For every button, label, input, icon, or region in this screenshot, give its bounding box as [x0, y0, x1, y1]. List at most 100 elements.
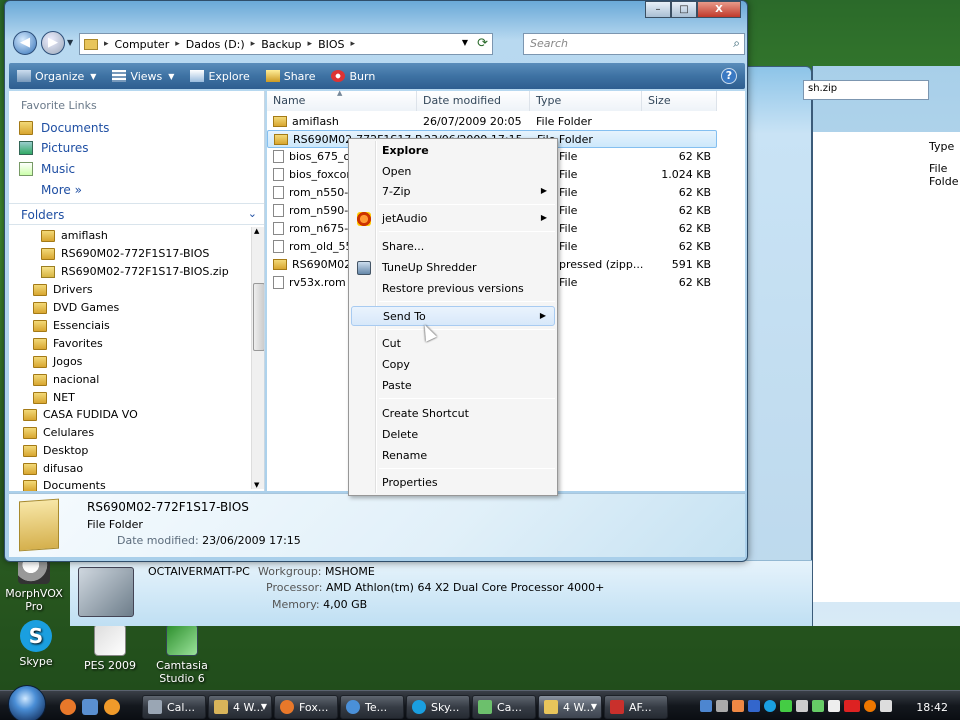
- bluetooth-icon[interactable]: [748, 700, 760, 712]
- taskbar-button[interactable]: Fox...: [274, 695, 338, 719]
- tree-item[interactable]: Drivers: [33, 283, 93, 296]
- chevron-right-icon[interactable]: ▸: [249, 39, 258, 49]
- breadcrumb-bios[interactable]: BIOS: [318, 38, 344, 51]
- menu-item-copy[interactable]: Copy: [351, 355, 555, 375]
- menu-item-tuneup-shredder[interactable]: TuneUp Shredder: [351, 258, 555, 278]
- tree-item[interactable]: NET: [33, 391, 75, 404]
- menu-item-restore-versions[interactable]: Restore previous versions: [351, 279, 555, 299]
- tree-item[interactable]: Desktop: [23, 444, 88, 457]
- minimize-button[interactable]: –: [645, 1, 671, 18]
- menu-item-properties[interactable]: Properties: [351, 473, 555, 493]
- folders-header[interactable]: Folders ⌄: [9, 203, 264, 225]
- clock[interactable]: 18:42: [916, 701, 948, 714]
- favorite-link-pictures[interactable]: Pictures: [19, 141, 89, 155]
- firefox-icon[interactable]: [60, 699, 76, 715]
- recent-pages-dropdown-icon[interactable]: ▼: [67, 38, 73, 47]
- refresh-icon[interactable]: ⟳: [477, 36, 488, 51]
- tray-icon[interactable]: [732, 700, 744, 712]
- tray-icon[interactable]: [828, 700, 840, 712]
- more-link[interactable]: More »: [41, 183, 82, 197]
- menu-item-cut[interactable]: Cut: [351, 334, 555, 354]
- maximize-button[interactable]: □: [671, 1, 697, 18]
- taskbar-button[interactable]: AF...: [604, 695, 668, 719]
- column-header-type[interactable]: Type: [530, 91, 642, 111]
- network-icon[interactable]: [700, 700, 712, 712]
- scroll-down-icon[interactable]: ▼: [254, 481, 259, 489]
- address-bar[interactable]: ▸ Computer ▸ Dados (D:) ▸ Backup ▸ BIOS …: [79, 33, 493, 55]
- forward-button[interactable]: ▶: [41, 31, 65, 55]
- file-row[interactable]: amiflash 26/07/2009 20:05 File Folder: [267, 113, 717, 131]
- burn-button[interactable]: Burn: [323, 63, 383, 89]
- breadcrumb-drive[interactable]: Dados (D:): [186, 38, 245, 51]
- desktop-icon-camtasia[interactable]: Camtasia Studio 6: [142, 624, 222, 685]
- tree-item[interactable]: DVD Games: [33, 301, 119, 314]
- desktop-icon-pes[interactable]: PES 2009: [70, 624, 150, 672]
- address-dropdown-icon[interactable]: ▼: [462, 38, 468, 47]
- taskbar-button[interactable]: Te...: [340, 695, 404, 719]
- tree-item[interactable]: amiflash: [41, 229, 108, 242]
- close-button[interactable]: X: [697, 1, 741, 18]
- breadcrumb-backup[interactable]: Backup: [261, 38, 301, 51]
- scroll-up-icon[interactable]: ▲: [254, 227, 259, 235]
- menu-item-7zip[interactable]: 7-Zip ▶: [351, 182, 555, 202]
- scrollbar-thumb[interactable]: [253, 283, 264, 351]
- menu-item-paste[interactable]: Paste: [351, 376, 555, 396]
- tray-icon[interactable]: [716, 700, 728, 712]
- tree-item[interactable]: RS690M02-772F1S17-BIOS.zip: [41, 265, 229, 278]
- tree-item[interactable]: CASA FUDIDA VO: [23, 408, 138, 421]
- chevron-right-icon[interactable]: ▸: [102, 39, 111, 49]
- skype-icon[interactable]: [764, 700, 776, 712]
- navigation-scrollbar[interactable]: ▲ ▼: [251, 227, 264, 489]
- organize-button[interactable]: Organize ▼: [9, 63, 104, 89]
- tray-icon[interactable]: [780, 700, 792, 712]
- favorite-link-documents[interactable]: Documents: [19, 121, 109, 135]
- tree-item[interactable]: Favorites: [33, 337, 103, 350]
- search-input[interactable]: Search ⌕: [523, 33, 745, 55]
- menu-item-delete[interactable]: Delete: [351, 425, 555, 445]
- tree-item[interactable]: Documents: [23, 479, 106, 491]
- column-header-date[interactable]: Date modified: [417, 91, 530, 111]
- favorite-link-music[interactable]: Music: [19, 162, 75, 176]
- help-icon[interactable]: ?: [721, 68, 737, 84]
- taskbar-button[interactable]: 4 W... ▼: [208, 695, 272, 719]
- chevron-right-icon[interactable]: ▸: [173, 39, 182, 49]
- column-header-size[interactable]: Size: [642, 91, 717, 111]
- column-header-type[interactable]: Type: [929, 140, 954, 153]
- chevron-right-icon[interactable]: ▸: [306, 39, 315, 49]
- share-button[interactable]: Share: [258, 63, 324, 89]
- desktop-icon-skype[interactable]: S Skype: [0, 620, 76, 668]
- background-address-bar[interactable]: sh.zip: [803, 80, 929, 100]
- tree-item[interactable]: difusao: [23, 462, 83, 475]
- menu-item-share[interactable]: Share...: [351, 237, 555, 257]
- menu-item-create-shortcut[interactable]: Create Shortcut: [351, 404, 555, 424]
- explore-button[interactable]: Explore: [182, 63, 257, 89]
- taskbar-button-active[interactable]: 4 W... ▼: [538, 695, 602, 719]
- menu-item-rename[interactable]: Rename: [351, 446, 555, 466]
- menu-item-explore[interactable]: Explore: [351, 141, 555, 161]
- column-header-name[interactable]: Name ▲: [267, 89, 417, 111]
- tray-icon[interactable]: [864, 700, 876, 712]
- tree-item[interactable]: Jogos: [33, 355, 82, 368]
- breadcrumb-computer[interactable]: Computer: [115, 38, 170, 51]
- start-button[interactable]: [8, 685, 46, 720]
- tree-item[interactable]: RS690M02-772F1S17-BIOS: [41, 247, 209, 260]
- taskbar-button[interactable]: Sky...: [406, 695, 470, 719]
- menu-item-jetaudio[interactable]: jetAudio ▶: [351, 209, 555, 229]
- search-icon[interactable]: ⌕: [733, 36, 740, 51]
- menu-item-send-to[interactable]: Send To ▶: [351, 306, 555, 326]
- menu-item-open[interactable]: Open: [351, 162, 555, 182]
- tree-item[interactable]: Essenciais: [33, 319, 110, 332]
- volume-icon[interactable]: [796, 700, 808, 712]
- show-desktop-icon[interactable]: [82, 699, 98, 715]
- ati-icon[interactable]: [844, 700, 860, 712]
- quicklaunch-icon[interactable]: [104, 699, 120, 715]
- tree-item[interactable]: Celulares: [23, 426, 94, 439]
- back-button[interactable]: ◀: [13, 31, 37, 55]
- views-button[interactable]: Views ▼: [104, 63, 182, 89]
- chevron-right-icon[interactable]: ▸: [349, 39, 358, 49]
- tray-icon[interactable]: [880, 700, 892, 712]
- tree-item[interactable]: nacional: [33, 373, 99, 386]
- taskbar-button[interactable]: Ca...: [472, 695, 536, 719]
- tray-icon[interactable]: [812, 700, 824, 712]
- taskbar-button[interactable]: Cal...: [142, 695, 206, 719]
